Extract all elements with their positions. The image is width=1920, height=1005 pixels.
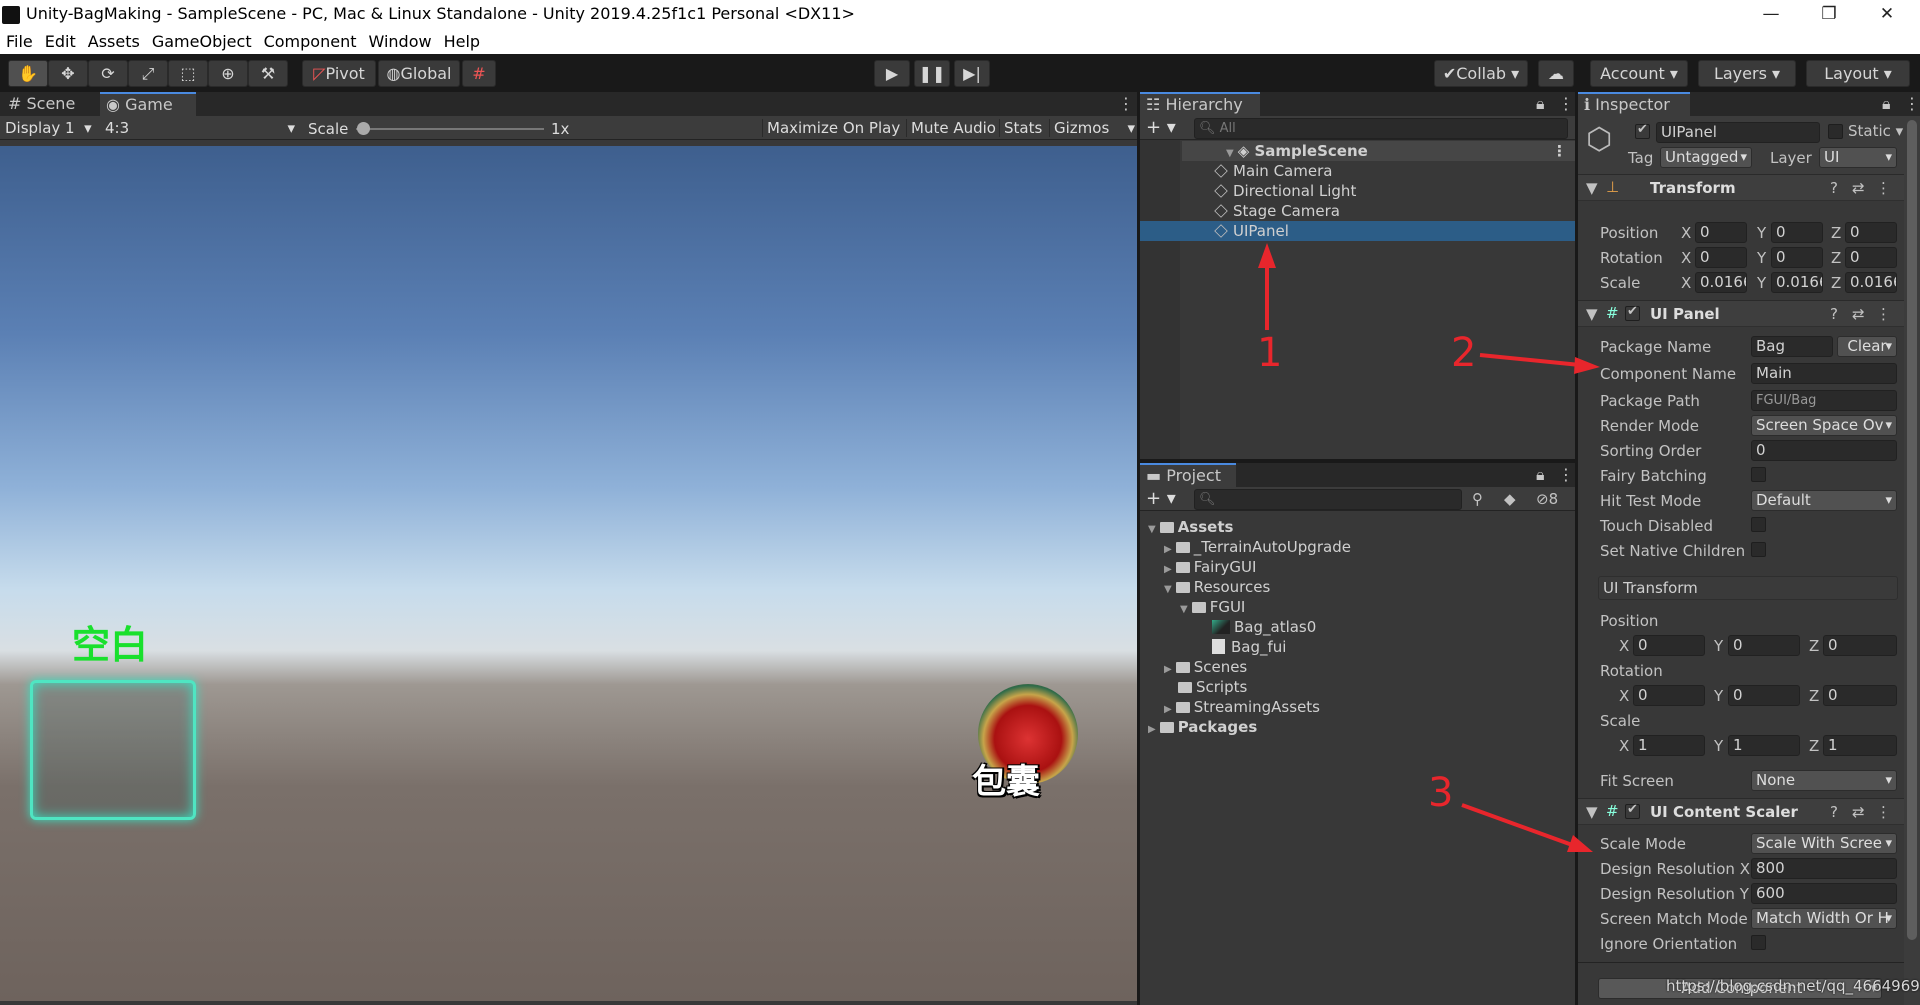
annotation-arrow-3 bbox=[1461, 803, 1576, 848]
annotation-3: 3 bbox=[1428, 770, 1454, 816]
annotation-2: 2 bbox=[1451, 330, 1477, 376]
annotation-arrowhead-2 bbox=[1574, 357, 1600, 374]
annotation-arrows bbox=[1258, 243, 1600, 852]
annotation-arrowhead-1 bbox=[1258, 243, 1276, 268]
annotation-1: 1 bbox=[1257, 330, 1283, 376]
annotation-arrowhead-3 bbox=[1567, 835, 1593, 852]
annotation-arrow-2 bbox=[1479, 353, 1581, 367]
watermark: https://blog.csdn.net/qq_46649692 bbox=[1666, 977, 1920, 995]
